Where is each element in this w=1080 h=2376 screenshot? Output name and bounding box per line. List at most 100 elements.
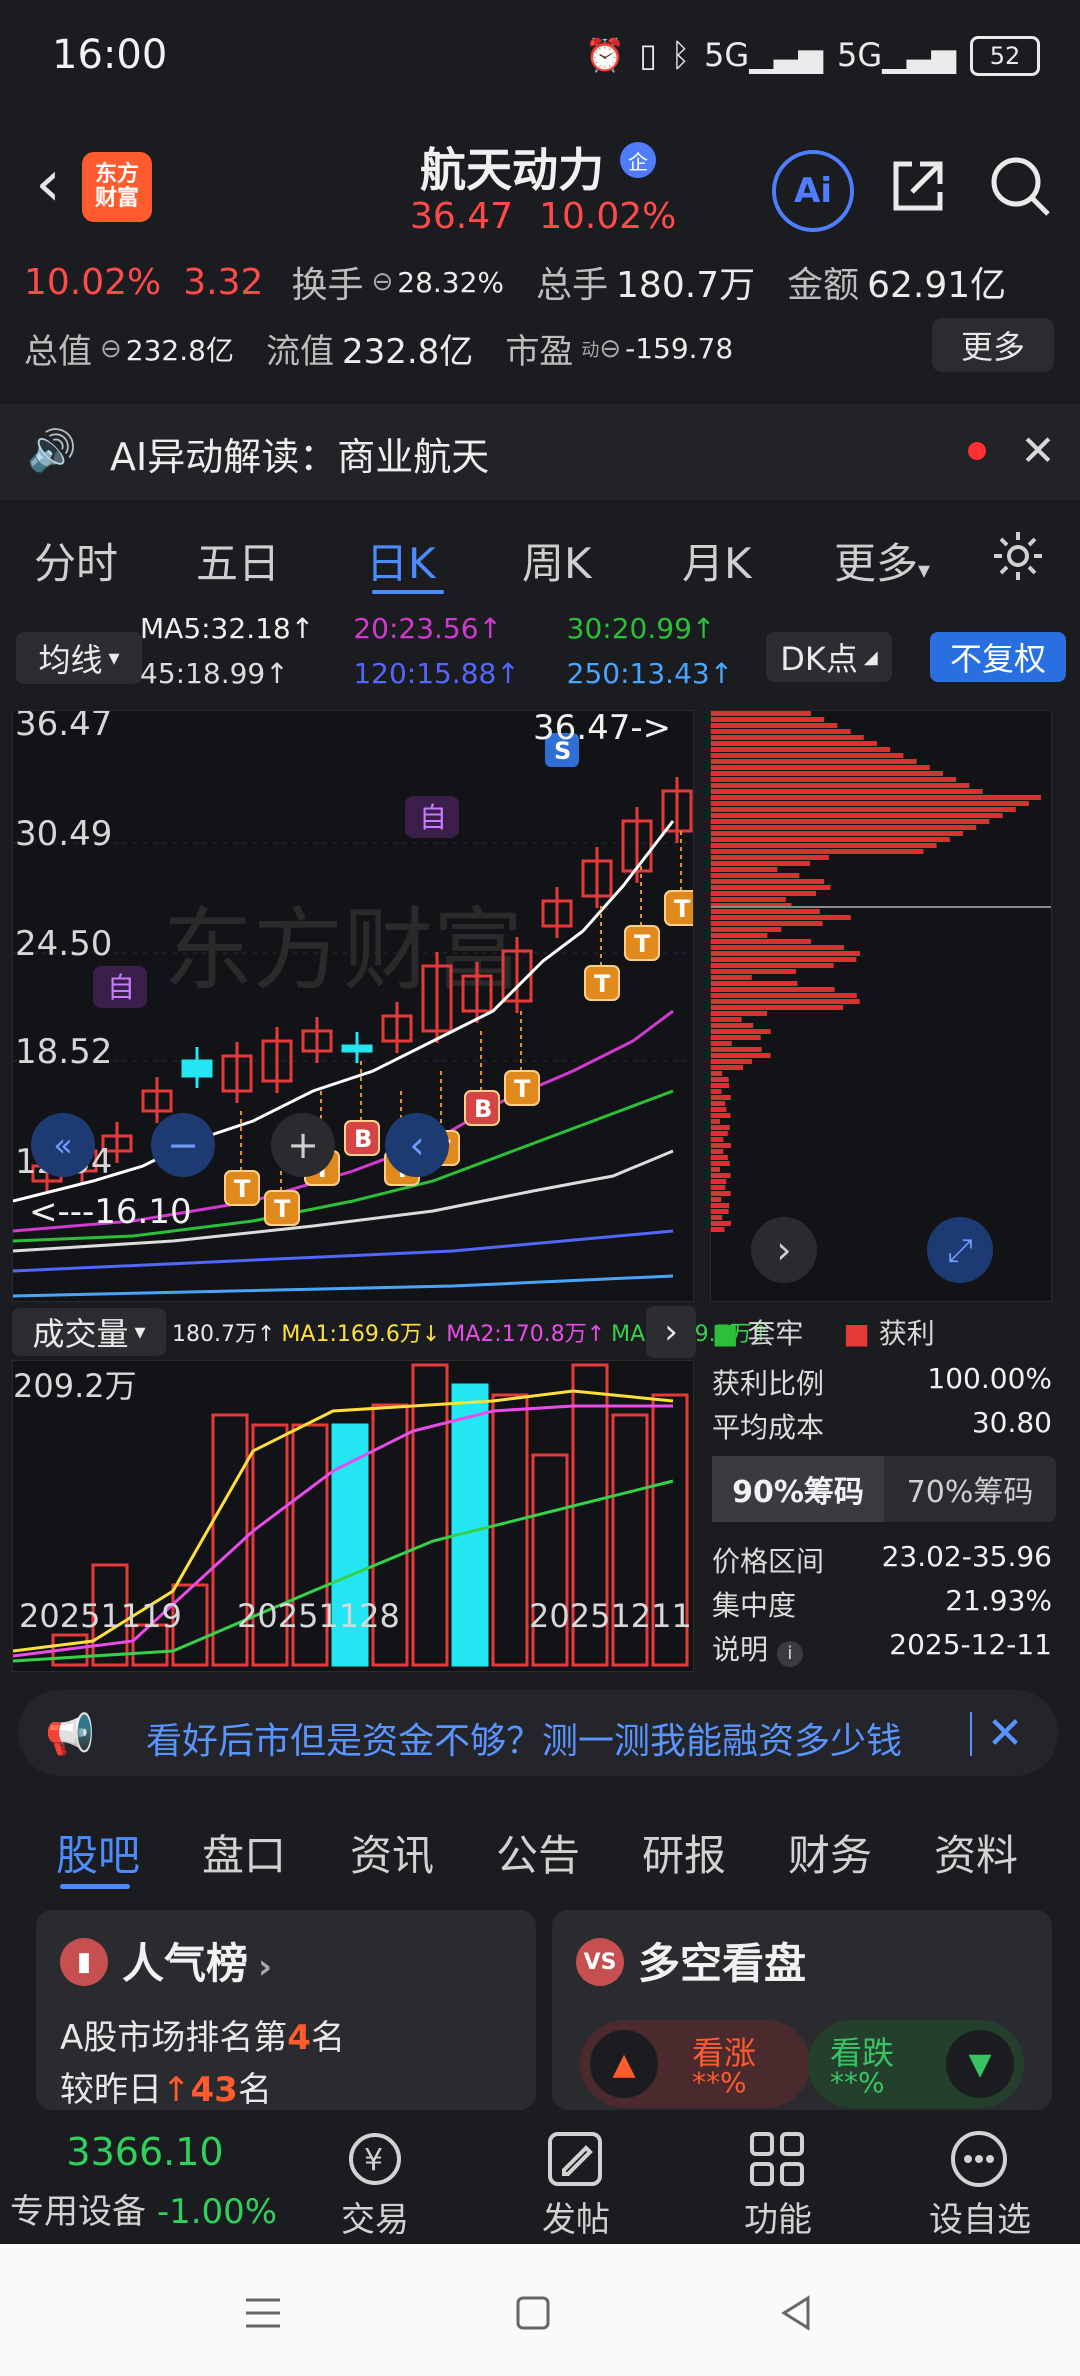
ai-button[interactable]: Ai — [772, 150, 854, 232]
volume-header: 成交量▾ 180.7万↑ MA1:169.6万↓ MA2:170.8万↑ MA3… — [12, 1304, 770, 1360]
stat-total-mv: 232.8亿 — [125, 333, 234, 367]
chip-bar — [711, 1227, 725, 1232]
index-change: -1.00% — [156, 2192, 278, 2232]
ma5-value: MA5:32.18↑ — [140, 612, 315, 645]
chevron-right-icon: › — [664, 1312, 678, 1352]
settings-button[interactable] — [990, 528, 1046, 584]
nav-function[interactable]: 功能 — [698, 2192, 858, 2241]
stat-volume-label: 总手 — [536, 265, 609, 306]
stat-amount: 62.91亿 — [867, 265, 1007, 306]
dk-button[interactable]: DK点 ◢ — [766, 632, 892, 682]
candle-body — [341, 1044, 373, 1053]
index-name: 专用设备 — [10, 2192, 146, 2232]
index-line: 专用设备 -1.00% — [10, 2184, 280, 2233]
kline-high-label: 36.47-> — [533, 711, 671, 748]
chip-bar — [711, 783, 970, 788]
chip-bar — [711, 861, 811, 866]
popularity-title: 人气榜 › — [122, 1939, 273, 1988]
chip-bar — [711, 765, 930, 770]
legend-tao: ■ 套牢 — [712, 1317, 804, 1350]
ma-selector[interactable]: 均线 ▾ — [16, 632, 142, 684]
chip-bar — [711, 939, 812, 944]
chip-bar — [711, 1209, 729, 1214]
chip-bar — [711, 975, 752, 980]
stat-float-mv-label: 流值 — [265, 332, 334, 372]
chip-bar — [711, 795, 1041, 800]
chevron-left-icon: ‹ — [409, 1123, 425, 1167]
subtab-gonggao[interactable]: 公告 — [496, 1822, 580, 1883]
dropdown-icon: ▾ — [108, 645, 120, 671]
signal-icon-1: 5G▁▃▅ — [704, 36, 824, 74]
tab-yuek[interactable]: 月K — [682, 530, 752, 591]
chip-bar — [711, 1131, 728, 1136]
subtab-caiwu[interactable]: 财务 — [788, 1822, 872, 1883]
chip-next-button[interactable]: › — [751, 1217, 817, 1283]
subtab-zixun[interactable]: 资讯 — [350, 1822, 434, 1883]
chip-bar — [711, 867, 778, 872]
tab-zhouk[interactable]: 周K — [522, 530, 592, 591]
scroll-right-button[interactable]: ‹ — [385, 1113, 449, 1177]
subtab-ziliao[interactable]: 资料 — [934, 1822, 1018, 1883]
volume-selector[interactable]: 成交量 ▾ — [12, 1308, 166, 1356]
volume-ma2: MA2:170.8万↑ — [446, 1322, 606, 1347]
chip-bar — [711, 1221, 731, 1226]
chip-bar — [711, 1065, 744, 1070]
nav-add-watchlist[interactable]: 设自选 — [900, 2192, 1060, 2241]
chip-distribution[interactable]: › ⤢ — [710, 710, 1052, 1302]
nav-trade[interactable]: 交易 — [295, 2192, 455, 2241]
tab-more[interactable]: 更多▾ — [834, 530, 930, 591]
legend-huo: ■ 获利 — [843, 1317, 935, 1350]
dropdown-icon: ▾ — [134, 1319, 146, 1345]
more-stats-button[interactable]: 更多 — [932, 318, 1054, 372]
subtab-pankou[interactable]: 盘口 — [202, 1822, 286, 1883]
subtab-guba[interactable]: 股吧 — [56, 1822, 140, 1883]
promo-text[interactable]: 看好后市但是资金不够？测一测我能融资多少钱 — [146, 1712, 976, 1764]
recents-button[interactable] — [240, 2290, 286, 2336]
tab-fenshi[interactable]: 分时 — [34, 530, 118, 591]
ai-banner-text[interactable]: AI异动解读：商业航天 — [110, 426, 489, 481]
popularity-card[interactable]: ▮ 人气榜 › A股市场排名第4名 较昨日↑43名 — [36, 1910, 536, 2110]
chip-bar — [711, 801, 1029, 806]
tab-rik[interactable]: 日K — [366, 530, 436, 591]
kline-svg: 东方财富 TTTTTTTTTBBS自自 36.4730.4924.5018.52… — [12, 704, 700, 1298]
chip-bar — [711, 1185, 726, 1190]
share-button[interactable] — [884, 152, 952, 220]
volume-chart[interactable]: 209.2万 20251119 20251128 20251211 — [12, 1360, 694, 1672]
subtab-yanbao[interactable]: 研报 — [642, 1822, 726, 1883]
nav-post[interactable]: 发帖 — [496, 2192, 656, 2241]
scroll-left-button[interactable]: « — [31, 1113, 95, 1177]
search-button[interactable] — [986, 152, 1054, 220]
note-row[interactable]: 说明 i 2025-12-11 — [712, 1628, 1052, 1668]
seg-90[interactable]: 90%筹码 — [712, 1456, 884, 1522]
home-button[interactable] — [510, 2290, 556, 2336]
index-widget[interactable]: 3366.10 专用设备 -1.00% — [10, 2130, 280, 2233]
volume-expand-button[interactable]: › — [646, 1306, 696, 1358]
volume-bar — [491, 1393, 529, 1667]
back-nav-button[interactable] — [774, 2290, 820, 2336]
ai-banner-close-button[interactable]: ✕ — [1016, 424, 1060, 476]
tab-wuri[interactable]: 五日 — [196, 530, 280, 591]
app-badge[interactable]: 东方 财富 — [82, 152, 152, 222]
kline-y-label: 36.47 — [15, 711, 112, 744]
price-range-row: 价格区间 23.02-35.96 — [712, 1540, 1052, 1580]
zoom-out-button[interactable]: − — [151, 1113, 215, 1177]
t-marker-label: T — [514, 1075, 531, 1103]
stat-turnover-label: 换手 — [291, 265, 364, 306]
promo-megaphone-icon: 📢 — [45, 1711, 95, 1758]
volume-ma1: MA1:169.6万↓ — [281, 1322, 441, 1347]
kline-chart[interactable]: 东方财富 TTTTTTTTTBBS自自 36.4730.4924.5018.52… — [12, 704, 700, 1302]
double-left-icon: « — [53, 1126, 73, 1164]
back-button[interactable]: ‹ — [18, 144, 78, 224]
bullish-button[interactable]: ▲ 看涨 **% — [580, 2020, 810, 2108]
seg-70[interactable]: 70%筹码 — [884, 1456, 1056, 1522]
close-icon: ✕ — [986, 1707, 1024, 1759]
ma250-value: 250:13.43↑ — [566, 657, 734, 690]
promo-close-button[interactable]: ✕ — [980, 1706, 1030, 1760]
chip-bar — [711, 987, 835, 992]
zoom-in-button[interactable]: + — [271, 1113, 335, 1177]
expand-button[interactable]: ⤢ — [927, 1217, 993, 1283]
chip-bar — [711, 921, 823, 926]
bearish-button[interactable]: 看跌 **% ▼ — [808, 2020, 1024, 2108]
chip-bar — [711, 1197, 722, 1202]
fuquan-button[interactable]: 不复权 — [930, 632, 1066, 682]
